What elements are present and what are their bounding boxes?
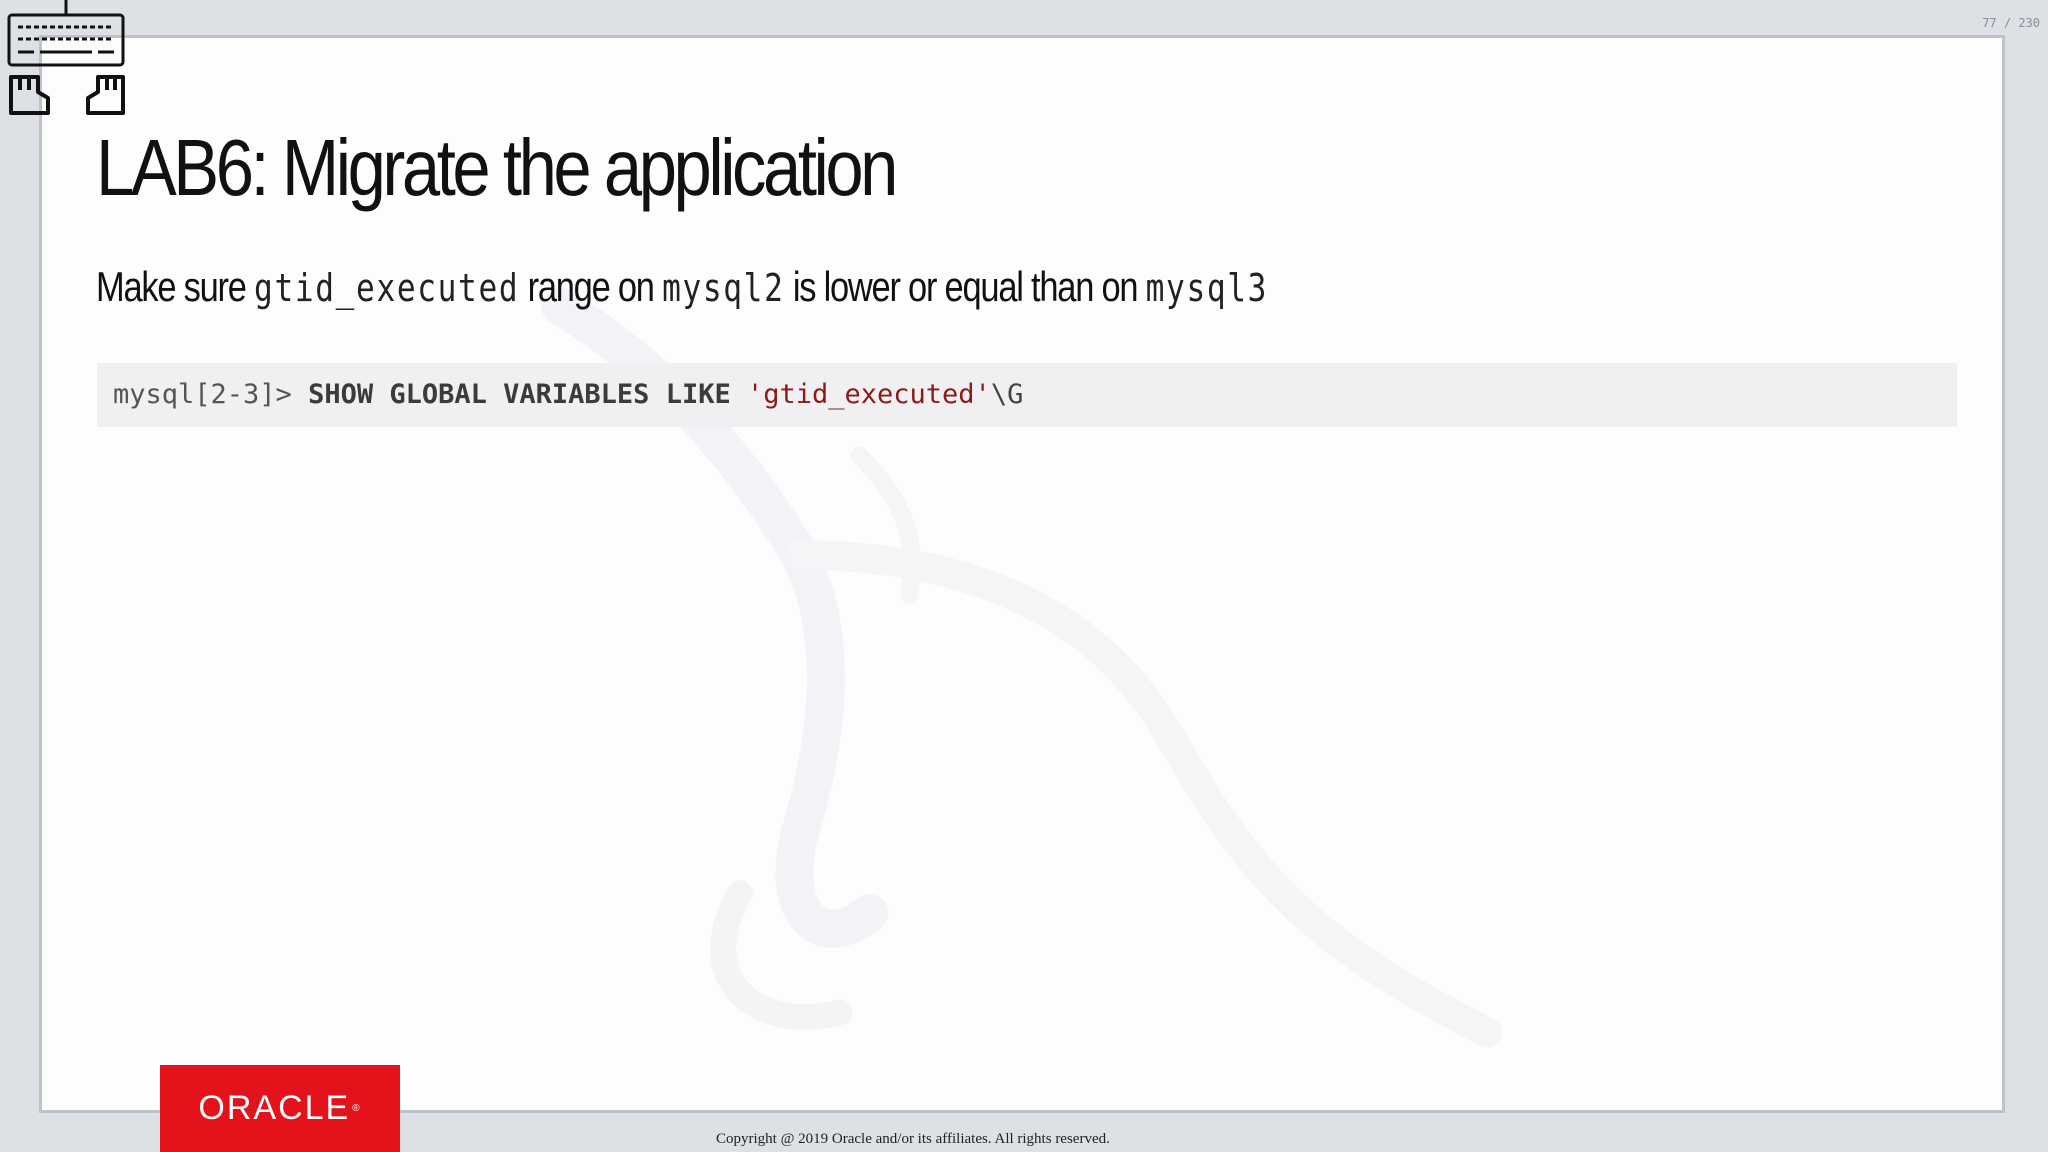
slide: LAB6: Migrate the application Make sure … [39,35,2005,1113]
right-hand-icon[interactable] [86,75,125,115]
subtitle-text-2: range on [519,263,663,310]
code-prompt: mysql[2-3]> [113,379,309,410]
subtitle-code-mysql3: mysql3 [1145,266,1269,310]
code-string: 'gtid_executed' [746,379,991,410]
keyboard-shortcuts-widget[interactable] [6,0,128,120]
oracle-logo-text: ORACLE [198,1089,351,1127]
subtitle-text-1: Make sure [96,263,255,310]
code-block: mysql[2-3]> SHOW GLOBAL VARIABLES LIKE '… [97,363,1957,427]
slide-title: LAB6: Migrate the application [96,123,898,212]
subtitle-code-gtid: gtid_executed [254,266,520,310]
code-keywords: SHOW GLOBAL VARIABLES LIKE [308,379,731,410]
slide-subtitle: Make sure gtid_executed range on mysql2 … [96,263,1268,311]
slide-counter: 77 / 230 [1982,16,2040,30]
left-hand-icon[interactable] [9,75,50,115]
subtitle-text-3: is lower or equal than on [784,263,1146,310]
keyboard-icon[interactable] [7,0,125,67]
oracle-logo: ORACLE ® [160,1065,400,1152]
oracle-registered-mark: ® [352,1103,362,1114]
copyright-notice: Copyright @ 2019 Oracle and/or its affil… [716,1131,1110,1147]
subtitle-code-mysql2: mysql2 [662,266,785,310]
code-escape: \G [990,379,1024,410]
